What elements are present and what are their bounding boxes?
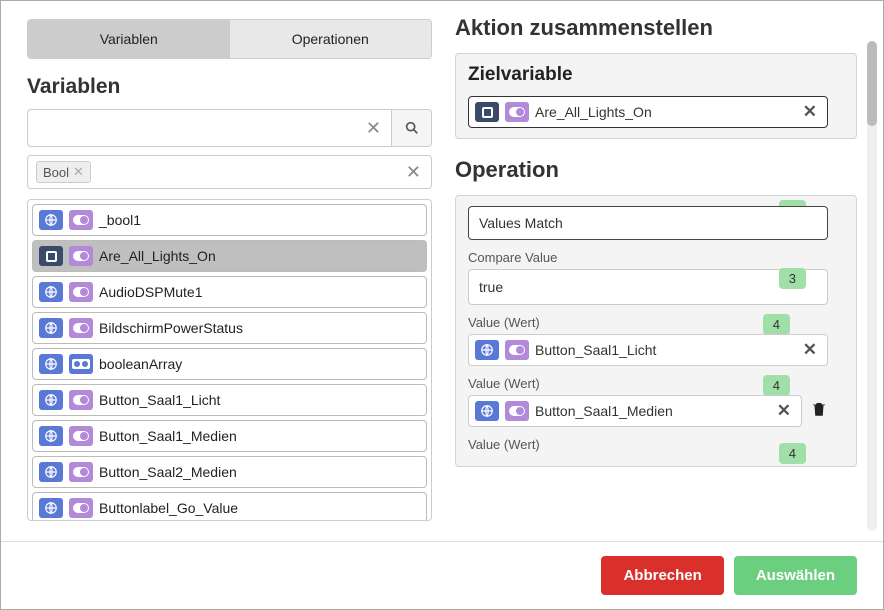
target-variable-name: Are_All_Lights_On [535,104,652,120]
variable-name: booleanArray [99,356,182,372]
type-bool-icon [69,390,93,410]
variables-list[interactable]: _bool1 Are_All_Lights_On AudioDSPMute1 Bild… [27,199,432,521]
step-badge-4: 4 [763,375,790,396]
variable-item[interactable]: Button_Saal2_Medien [32,456,427,488]
type-bool-icon [69,426,93,446]
type-bool-icon [69,318,93,338]
filter-chip-bool[interactable]: Bool ✕ [36,161,91,183]
value-variable-name: Button_Saal1_Medien [535,403,673,419]
variable-name: _bool1 [99,212,141,228]
filter-row: Bool ✕ ✕ [27,155,432,189]
variable-item[interactable]: Buttonlabel_Go_Value [32,492,427,521]
variable-item[interactable]: AudioDSPMute1 [32,276,427,308]
scope-global-icon [39,318,63,338]
scope-global-icon [39,282,63,302]
operation-select[interactable]: Values Match [468,206,828,240]
scope-global-icon [39,498,63,518]
target-variable-label: Zielvariable [468,64,828,86]
scope-global-icon [39,462,63,482]
variable-name: Are_All_Lights_On [99,248,216,264]
clear-value-icon[interactable]: ✕ [773,401,795,421]
select-button[interactable]: Auswählen [734,556,857,595]
scope-global-icon [39,390,63,410]
variable-item[interactable]: BildschirmPowerStatus [32,312,427,344]
scope-global-icon [475,340,499,360]
variable-name: Button_Saal1_Licht [99,392,220,408]
scope-global-icon [39,426,63,446]
dialog-footer: Abbrechen Auswählen [1,541,883,609]
type-bool-icon [505,340,529,360]
compare-value-label: Compare Value [468,250,828,265]
tab-variables[interactable]: Variablen [28,20,230,58]
clear-target-icon[interactable]: ✕ [799,102,821,122]
scope-global-icon [39,210,63,230]
clear-search-icon[interactable]: ✕ [356,118,391,139]
variable-item[interactable]: Are_All_Lights_On [32,240,427,272]
variable-item[interactable]: booleanArray [32,348,427,380]
cancel-button[interactable]: Abbrechen [601,556,723,595]
type-bool-array-icon [69,354,93,374]
scope-local-icon [475,102,499,122]
value-variable-chip[interactable]: Button_Saal1_Licht ✕ [468,334,828,366]
filter-chip-label: Bool [43,165,69,180]
scrollbar-thumb[interactable] [867,41,877,126]
type-bool-icon [69,282,93,302]
target-variable-chip[interactable]: Are_All_Lights_On ✕ [468,96,828,128]
step-badge-4: 4 [763,314,790,335]
compare-value-input[interactable]: true [468,269,828,305]
value-variable-name: Button_Saal1_Licht [535,342,656,358]
variable-name: Button_Saal1_Medien [99,428,237,444]
variable-name: BildschirmPowerStatus [99,320,243,336]
scope-global-icon [475,401,499,421]
variable-name: Buttonlabel_Go_Value [99,500,238,516]
search-input[interactable] [28,120,356,136]
variable-item[interactable]: _bool1 [32,204,427,236]
operation-heading: Operation [455,157,857,183]
variable-item[interactable]: Button_Saal1_Licht [32,384,427,416]
step-badge-3: 3 [779,268,806,289]
value-variable-chip[interactable]: Button_Saal1_Medien ✕ [468,395,802,427]
variable-name: Button_Saal2_Medien [99,464,237,480]
delete-value-icon[interactable] [810,399,828,424]
variable-name: AudioDSPMute1 [99,284,203,300]
remove-filter-icon[interactable]: ✕ [73,164,84,180]
type-bool-icon [69,246,93,266]
target-variable-panel: Zielvariable 1 Are_All_Lights_On ✕ [455,53,857,139]
search-field-wrap: ✕ [27,109,392,147]
search-icon [404,120,420,136]
tab-operations[interactable]: Operationen [230,20,432,58]
variable-item[interactable]: Button_Saal1_Medien [32,420,427,452]
scope-local-icon [39,246,63,266]
step-badge-4c: 4 [779,443,806,464]
value-label-extra: Value (Wert) [468,437,828,452]
type-bool-icon [505,102,529,122]
scope-global-icon [39,354,63,374]
compose-action-heading: Aktion zusammenstellen [455,15,857,41]
type-bool-icon [69,498,93,518]
type-bool-icon [69,210,93,230]
clear-value-icon[interactable]: ✕ [799,340,821,360]
clear-all-filters-icon[interactable]: ✕ [404,162,423,183]
operation-panel: 2 Values Match Compare Value 3 true Valu… [455,195,857,467]
variables-heading: Variablen [27,75,435,99]
type-bool-icon [69,462,93,482]
search-button[interactable] [392,109,432,147]
tab-bar: Variablen Operationen [27,19,432,59]
type-bool-icon [505,401,529,421]
scrollbar-track[interactable] [867,41,877,531]
